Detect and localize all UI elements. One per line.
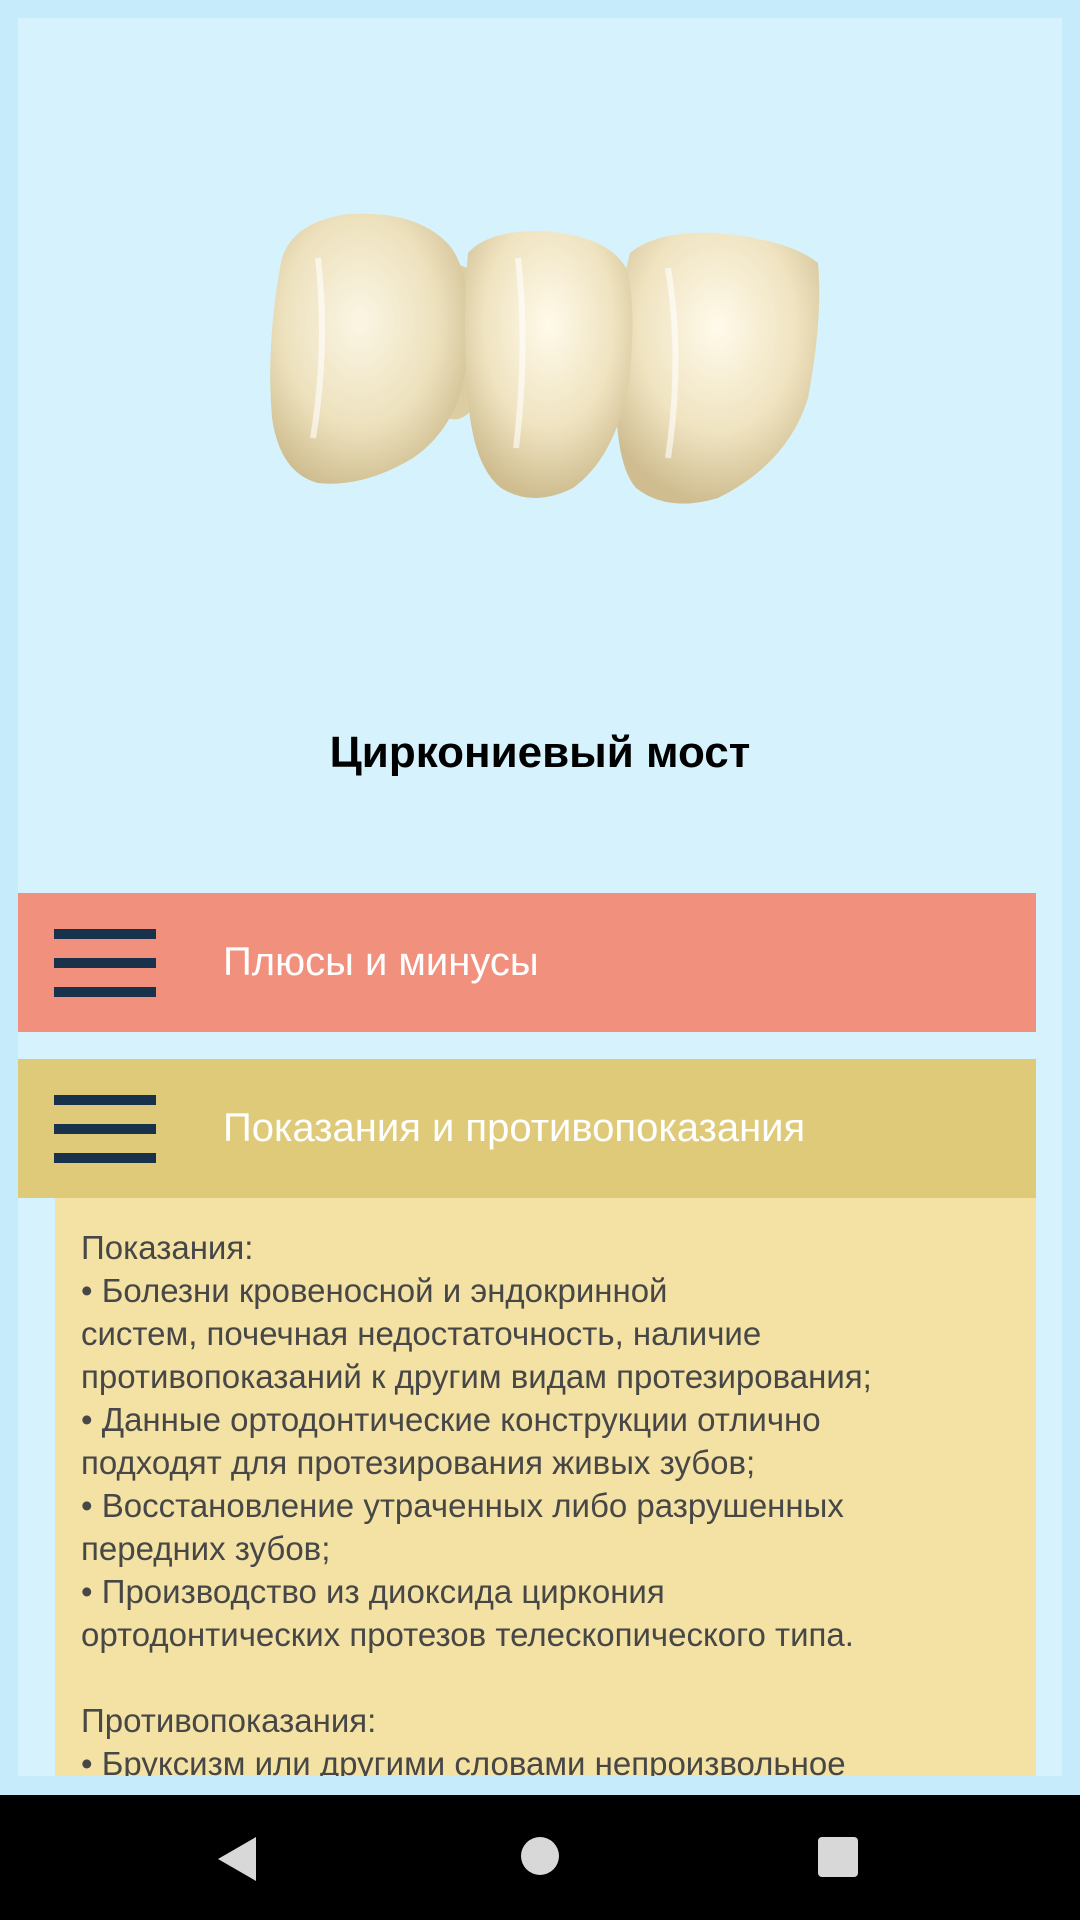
home-icon[interactable] <box>521 1837 559 1875</box>
text-line: • Восстановление утраченных либо разруше… <box>81 1487 844 1524</box>
content-card: Циркониевый мост Плюсы и минусы Показани… <box>18 18 1062 1776</box>
recents-icon[interactable] <box>818 1837 858 1877</box>
page-title: Циркониевый мост <box>329 728 751 777</box>
text-line: противопоказаний к другим видам протезир… <box>81 1358 872 1395</box>
indications-heading: Показания: <box>81 1229 254 1266</box>
accordion-label: Плюсы и минусы <box>223 940 539 984</box>
accordion-indications[interactable]: Показания и противопоказания <box>18 1059 1036 1198</box>
text-line: подходят для протезирования живых зубов; <box>81 1444 756 1481</box>
hero-image <box>18 18 1062 698</box>
accordion-pros-cons[interactable]: Плюсы и минусы <box>18 893 1036 1032</box>
screen: Циркониевый мост Плюсы и минусы Показани… <box>0 0 1080 1795</box>
text-line: передних зубов; <box>81 1530 331 1567</box>
menu-icon <box>54 1095 156 1163</box>
indications-text: Показания: • Болезни кровеносной и эндок… <box>81 1226 1026 1776</box>
accordion-content: Показания: • Болезни кровеносной и эндок… <box>55 1198 1036 1776</box>
back-icon[interactable] <box>218 1837 256 1881</box>
text-line: • Производство из диоксида циркония <box>81 1573 665 1610</box>
text-line: систем, почечная недостаточность, наличи… <box>81 1315 762 1352</box>
text-line: • Бруксизм или другими словами непроизво… <box>81 1745 846 1776</box>
text-line: • Болезни кровеносной и эндокринной <box>81 1272 668 1309</box>
zirconia-bridge-image <box>270 213 820 504</box>
text-line: ортодонтических протезов телескопическог… <box>81 1616 854 1653</box>
accordion-label: Показания и противопоказания <box>223 1106 806 1150</box>
text-line: • Данные ортодонтические конструкции отл… <box>81 1401 821 1438</box>
contraindications-heading: Противопоказания: <box>81 1702 377 1739</box>
menu-icon <box>54 929 156 997</box>
